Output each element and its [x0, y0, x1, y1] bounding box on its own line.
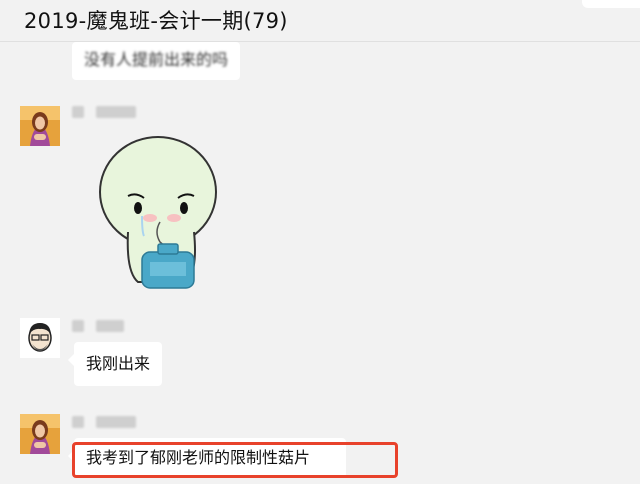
- chat-header: 2019-魔鬼班-会计一期(79): [0, 0, 640, 42]
- sender-name-blurred: [96, 106, 136, 118]
- sticker-message[interactable]: [98, 132, 222, 290]
- avatar-woman[interactable]: [20, 414, 60, 454]
- highlight-box: [72, 442, 398, 478]
- avatar-man[interactable]: [20, 318, 60, 358]
- sender-name-blurred: [72, 106, 84, 118]
- chat-title: 2019-魔鬼班-会计一期(79): [24, 9, 288, 33]
- sender-name-blurred: [72, 416, 84, 428]
- crying-face-sticker-icon: [99, 136, 217, 289]
- message-bubble[interactable]: 我刚出来: [67, 342, 163, 386]
- sender-name-blurred: [96, 320, 124, 332]
- message-text: 我刚出来: [86, 354, 151, 373]
- sender-name-blurred: [72, 320, 84, 332]
- message-bubble-partial[interactable]: 没有人提前出来的吗: [72, 42, 241, 80]
- message-text: 没有人提前出来的吗: [84, 50, 229, 69]
- avatar-woman[interactable]: [20, 106, 60, 146]
- window-corner: [582, 0, 640, 8]
- sender-name-blurred: [96, 416, 136, 428]
